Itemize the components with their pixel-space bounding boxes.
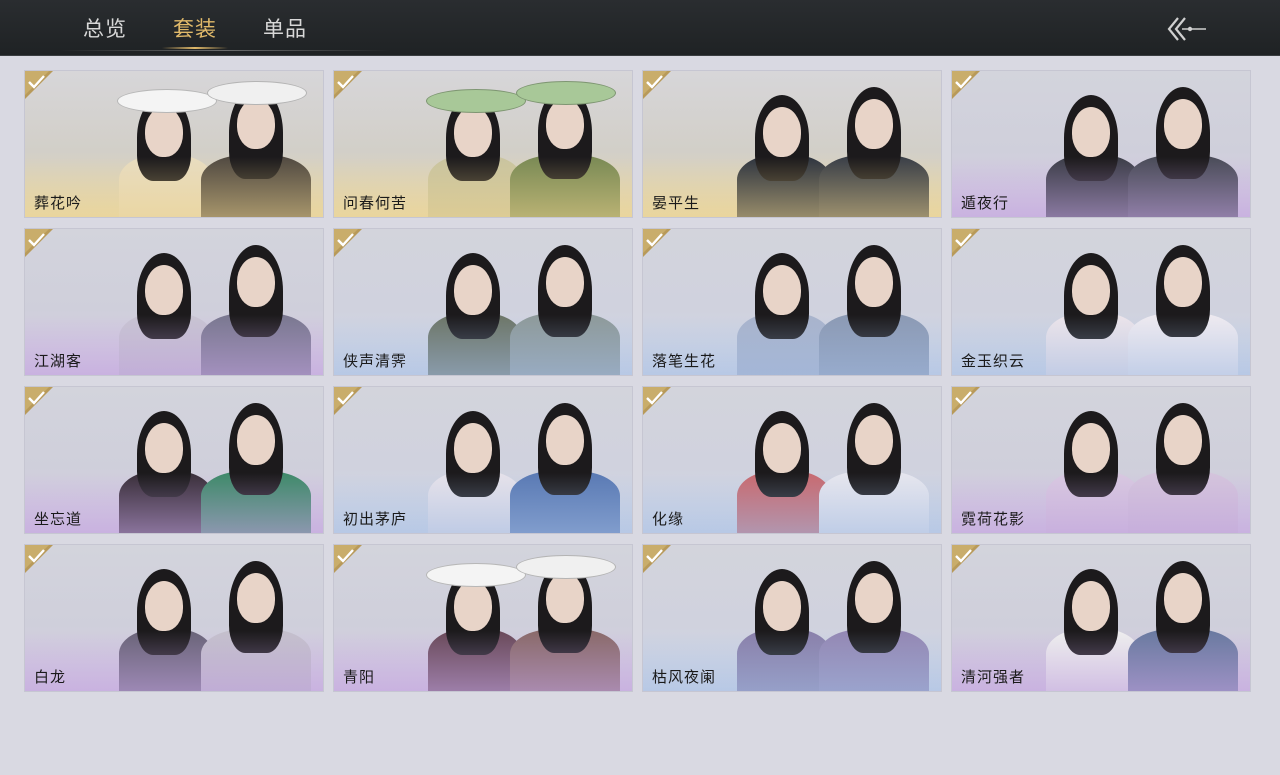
outfit-card[interactable]: 枯风夜阑 bbox=[642, 544, 942, 692]
outfit-name: 金玉织云 bbox=[961, 352, 1026, 370]
outfit-name: 初出茅庐 bbox=[343, 510, 408, 528]
owned-check-icon bbox=[643, 387, 671, 415]
owned-check-icon bbox=[334, 545, 362, 573]
tab-single-items[interactable]: 单品 bbox=[240, 0, 330, 55]
top-navigation-bar: 总览 套装 单品 bbox=[0, 0, 1280, 56]
outfit-card[interactable]: 霓荷花影 bbox=[951, 386, 1251, 534]
outfit-name: 青阳 bbox=[343, 668, 376, 686]
tabs-divider bbox=[60, 50, 390, 51]
double-chevron-left-icon bbox=[1167, 17, 1206, 41]
owned-check-icon bbox=[25, 71, 53, 99]
owned-check-icon bbox=[952, 545, 980, 573]
outfit-name: 问春何苦 bbox=[343, 194, 408, 212]
outfit-name: 落笔生花 bbox=[652, 352, 717, 370]
outfit-card[interactable]: 白龙 bbox=[24, 544, 324, 692]
outfit-card[interactable]: 初出茅庐 bbox=[333, 386, 633, 534]
owned-check-icon bbox=[643, 229, 671, 257]
owned-check-icon bbox=[25, 545, 53, 573]
outfit-card[interactable]: 葬花吟 bbox=[24, 70, 324, 218]
owned-check-icon bbox=[643, 545, 671, 573]
owned-check-icon bbox=[25, 387, 53, 415]
owned-check-icon bbox=[952, 71, 980, 99]
outfit-card[interactable]: 江湖客 bbox=[24, 228, 324, 376]
outfit-name: 葬花吟 bbox=[34, 194, 83, 212]
owned-check-icon bbox=[334, 229, 362, 257]
outfit-name: 清河强者 bbox=[961, 668, 1026, 686]
tab-outfit-sets[interactable]: 套装 bbox=[150, 0, 240, 55]
outfit-name: 晏平生 bbox=[652, 194, 701, 212]
outfit-card[interactable]: 问春何苦 bbox=[333, 70, 633, 218]
tab-overview[interactable]: 总览 bbox=[60, 0, 150, 55]
category-tabs: 总览 套装 单品 bbox=[60, 0, 330, 55]
outfit-name: 白龙 bbox=[34, 668, 67, 686]
outfit-name: 霓荷花影 bbox=[961, 510, 1026, 528]
outfit-card[interactable]: 遁夜行 bbox=[951, 70, 1251, 218]
outfit-name: 化缘 bbox=[652, 510, 685, 528]
owned-check-icon bbox=[25, 229, 53, 257]
outfit-card[interactable]: 坐忘道 bbox=[24, 386, 324, 534]
outfit-card[interactable]: 落笔生花 bbox=[642, 228, 942, 376]
outfit-name: 江湖客 bbox=[34, 352, 83, 370]
outfit-card[interactable]: 金玉织云 bbox=[951, 228, 1251, 376]
outfit-card[interactable]: 化缘 bbox=[642, 386, 942, 534]
back-button[interactable] bbox=[1164, 14, 1214, 44]
owned-check-icon bbox=[334, 387, 362, 415]
owned-check-icon bbox=[334, 71, 362, 99]
outfit-card[interactable]: 晏平生 bbox=[642, 70, 942, 218]
outfit-name: 枯风夜阑 bbox=[652, 668, 717, 686]
outfit-name: 坐忘道 bbox=[34, 510, 83, 528]
outfit-card[interactable]: 清河强者 bbox=[951, 544, 1251, 692]
owned-check-icon bbox=[952, 229, 980, 257]
outfit-card[interactable]: 青阳 bbox=[333, 544, 633, 692]
owned-check-icon bbox=[952, 387, 980, 415]
rarity-glow bbox=[643, 473, 941, 533]
outfit-card[interactable]: 侠声清霁 bbox=[333, 228, 633, 376]
rarity-glow bbox=[25, 631, 323, 691]
outfit-name: 遁夜行 bbox=[961, 194, 1010, 212]
owned-check-icon bbox=[643, 71, 671, 99]
rarity-glow bbox=[334, 631, 632, 691]
outfit-grid: 葬花吟 问春何苦 晏平生 遁夜行江湖客 侠声清霁 落笔生花 金玉织云坐忘道 初出茅庐 化缘 霓荷花… bbox=[24, 70, 1251, 692]
outfit-name: 侠声清霁 bbox=[343, 352, 408, 370]
